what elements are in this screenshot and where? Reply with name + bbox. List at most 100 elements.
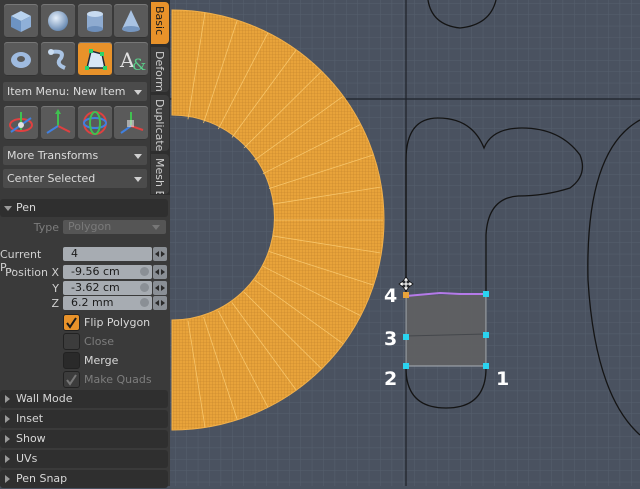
pen-tool-button[interactable] [78, 42, 112, 76]
chevron-down-icon [134, 90, 142, 95]
text-tool-button[interactable]: A & [114, 42, 148, 76]
uvs-section-header[interactable]: UVs [0, 450, 168, 468]
position-y-field[interactable]: -3.62 cm [63, 281, 152, 295]
tab-deform-label: Deform [153, 51, 166, 92]
uvs-title: UVs [16, 452, 38, 465]
pen-section-title: Pen [16, 201, 36, 214]
type-label: Type [33, 221, 59, 234]
torus-icon [11, 52, 31, 68]
center-selected-label: Center Selected [7, 172, 96, 185]
reset-icon[interactable] [140, 283, 149, 292]
tab-mesh-edit[interactable]: Mesh E [151, 154, 169, 194]
vertex-4[interactable] [403, 292, 409, 298]
pen-section-header[interactable]: Pen [0, 199, 168, 217]
chevron-down-icon [134, 177, 142, 182]
flip-polygon-label: Flip Polygon [84, 316, 151, 329]
vertex-2[interactable] [403, 363, 409, 369]
expand-triangle-icon [4, 206, 12, 211]
expand-triangle-icon [5, 455, 10, 463]
cone-icon [122, 10, 140, 32]
chevron-down-icon [134, 154, 142, 159]
move-transform-icon [9, 112, 33, 133]
transform-button[interactable] [114, 106, 148, 140]
position-y-value: -3.62 cm [71, 281, 120, 294]
center-selected-dropdown[interactable]: Center Selected [3, 169, 147, 188]
tab-basic-label: Basic [153, 6, 166, 36]
make-quads-checkbox[interactable] [63, 371, 80, 388]
checkmark-icon [66, 317, 77, 329]
type-select[interactable]: Polygon [63, 220, 166, 234]
tab-duplicate[interactable]: Duplicate [151, 95, 169, 151]
expand-triangle-icon [5, 395, 10, 403]
tab-basic[interactable]: Basic [151, 2, 169, 44]
point-label-4: 4 [384, 285, 398, 307]
position-z-stepper[interactable] [153, 296, 167, 310]
position-z-value: 6.2 mm [71, 296, 114, 309]
point-label-1: 1 [496, 368, 510, 390]
point-label-2: 2 [384, 368, 398, 390]
scale-transform-icon [83, 111, 107, 135]
position-z-label: Z [51, 297, 59, 310]
sphere-tool-button[interactable] [41, 4, 75, 38]
vertex[interactable] [483, 291, 489, 297]
merge-label: Merge [84, 354, 119, 367]
rotate-transform-icon [46, 109, 71, 134]
position-x-stepper[interactable] [153, 265, 167, 279]
position-x-value: -9.56 cm [71, 265, 120, 278]
3d-viewport[interactable]: 4 3 2 1 [170, 0, 640, 486]
cylinder-icon [87, 11, 103, 32]
pen-tool-icon [85, 49, 107, 70]
vertical-tab-strip: Basic Deform Duplicate Mesh E [150, 0, 170, 195]
vertex-3[interactable] [403, 334, 409, 340]
torus-tool-button[interactable] [4, 42, 38, 76]
more-transforms-dropdown[interactable]: More Transforms [3, 146, 147, 165]
reset-icon[interactable] [140, 298, 149, 307]
tube-icon [48, 49, 66, 70]
position-x-field[interactable]: -9.56 cm [63, 265, 152, 279]
wall-mode-section-header[interactable]: Wall Mode [0, 390, 168, 408]
current-point-value: 4 [71, 247, 78, 260]
tab-deform[interactable]: Deform [151, 47, 169, 92]
merge-checkbox[interactable] [63, 352, 80, 369]
expand-triangle-icon [5, 475, 10, 483]
inset-section-header[interactable]: Inset [0, 410, 168, 428]
vertex-1[interactable] [483, 363, 489, 369]
cylinder-tool-button[interactable] [78, 4, 112, 38]
position-x-label: Position X [5, 266, 59, 279]
tool-panel: A & Item Menu: New Item More Transforms … [0, 0, 170, 488]
tab-mesh-edit-label: Mesh E [153, 158, 166, 194]
position-z-field[interactable]: 6.2 mm [63, 296, 152, 310]
flip-polygon-checkbox[interactable] [63, 314, 80, 331]
tab-duplicate-label: Duplicate [153, 99, 166, 152]
chevron-down-icon [152, 225, 160, 230]
close-checkbox[interactable] [63, 333, 80, 350]
tube-tool-button[interactable] [41, 42, 75, 76]
pen-snap-section-header[interactable]: Pen Snap [0, 470, 168, 488]
current-point-field[interactable]: 4 [63, 247, 152, 261]
checkmark-icon [66, 374, 77, 386]
more-transforms-label: More Transforms [7, 149, 99, 162]
wall-mode-title: Wall Mode [16, 392, 73, 405]
reset-icon[interactable] [140, 267, 149, 276]
cone-tool-button[interactable] [114, 4, 148, 38]
point-label-3: 3 [384, 328, 398, 350]
rotate-transform-button[interactable] [41, 106, 75, 140]
svg-text:&: & [132, 55, 146, 74]
sphere-icon [48, 11, 68, 31]
scale-transform-button[interactable] [78, 106, 112, 140]
vertex[interactable] [483, 332, 489, 338]
expand-triangle-icon [5, 435, 10, 443]
position-y-label: Y [52, 282, 59, 295]
item-menu-dropdown[interactable]: Item Menu: New Item [3, 82, 147, 101]
position-y-stepper[interactable] [153, 281, 167, 295]
item-menu-label: Item Menu: New Item [7, 85, 126, 98]
type-value: Polygon [68, 220, 112, 233]
show-title: Show [16, 432, 46, 445]
viewport-canvas[interactable] [170, 0, 640, 486]
transform-icon [120, 112, 144, 134]
move-transform-button[interactable] [4, 106, 38, 140]
current-point-stepper[interactable] [153, 247, 167, 261]
cube-icon [11, 11, 31, 32]
show-section-header[interactable]: Show [0, 430, 168, 448]
cube-tool-button[interactable] [4, 4, 38, 38]
